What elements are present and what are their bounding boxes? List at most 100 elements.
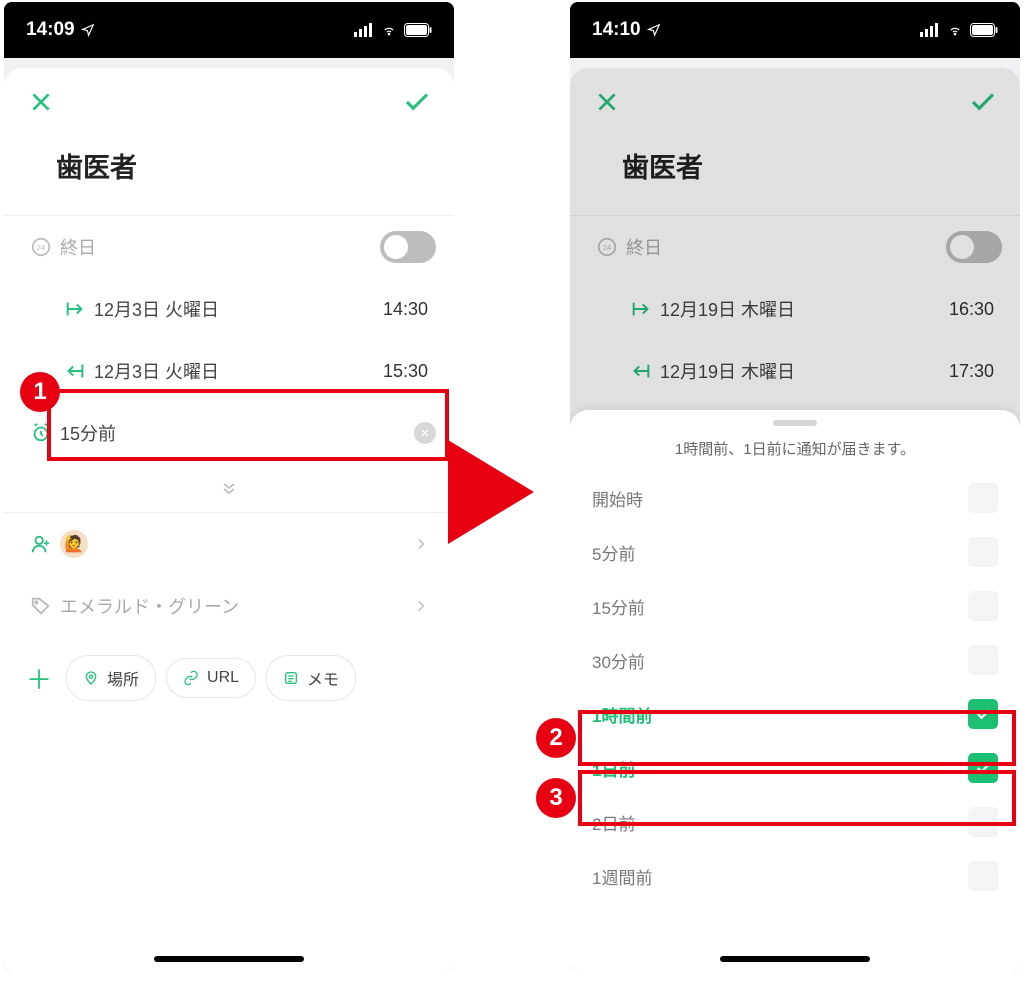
status-time: 14:10 xyxy=(592,19,641,41)
checkbox-icon xyxy=(968,591,998,621)
wifi-icon xyxy=(380,23,398,37)
start-datetime-row[interactable]: 12月3日 火曜日 14:30 xyxy=(4,278,454,340)
location-icon xyxy=(81,23,95,37)
sheet-grabber[interactable] xyxy=(773,420,817,426)
reminder-option-1hour[interactable]: 1時間前 xyxy=(570,687,1020,741)
start-date-label: 12月19日 木曜日 xyxy=(660,296,949,322)
reminder-option-30min[interactable]: 30分前 xyxy=(570,633,1020,687)
svg-text:24: 24 xyxy=(603,243,611,252)
event-title: 歯医者 xyxy=(570,136,1020,215)
battery-icon xyxy=(404,23,432,37)
end-datetime-row: 12月19日 木曜日 17:30 xyxy=(570,340,1020,402)
home-indicator xyxy=(154,956,304,962)
color-label: エメラルド・グリーン xyxy=(60,593,414,619)
start-date-label: 12月3日 火曜日 xyxy=(94,296,383,322)
allday-row[interactable]: 24 終日 xyxy=(4,216,454,278)
transition-arrow-icon xyxy=(448,440,534,544)
option-label: 開始時 xyxy=(592,486,643,511)
checkbox-icon xyxy=(968,645,998,675)
attendee-row[interactable]: 🙋 xyxy=(4,513,454,575)
add-attachment-button[interactable]: ＋ xyxy=(22,660,56,697)
option-label: 5分前 xyxy=(592,540,635,565)
confirm-button[interactable] xyxy=(968,87,998,117)
allday-toggle[interactable] xyxy=(380,231,436,263)
end-date-label: 12月3日 火曜日 xyxy=(94,358,383,384)
reminder-option-15min[interactable]: 15分前 xyxy=(570,579,1020,633)
chip-place[interactable]: 場所 xyxy=(66,655,156,701)
location-icon xyxy=(647,23,661,37)
battery-icon xyxy=(970,23,998,37)
start-time-label: 16:30 xyxy=(949,299,1002,320)
reminder-option-2day[interactable]: 2日前 xyxy=(570,795,1020,849)
option-label: 1週間前 xyxy=(592,864,652,889)
status-bar: 14:09 xyxy=(4,2,454,58)
chip-url[interactable]: URL xyxy=(166,658,256,698)
status-bar: 14:10 xyxy=(570,2,1020,58)
reminder-picker-sheet: 1時間前、1日前に通知が届きます。 開始時 5分前 15分前 30分前 xyxy=(570,410,1020,972)
checkbox-icon xyxy=(968,807,998,837)
option-label: 1日前 xyxy=(592,756,635,781)
chip-memo-label: メモ xyxy=(307,666,339,690)
option-label: 30分前 xyxy=(592,648,645,673)
chip-url-label: URL xyxy=(207,669,239,687)
checkbox-icon xyxy=(968,861,998,891)
start-datetime-row: 12月19日 木曜日 16:30 xyxy=(570,278,1020,340)
chevron-right-icon xyxy=(414,537,436,551)
signal-icon xyxy=(354,23,374,37)
link-icon xyxy=(183,670,199,686)
checkbox-icon xyxy=(968,753,998,783)
attachment-chips: ＋ 場所 URL xyxy=(4,637,454,719)
option-label: 2日前 xyxy=(592,810,635,835)
end-date-label: 12月19日 木曜日 xyxy=(660,358,949,384)
tag-icon xyxy=(22,595,60,617)
memo-icon xyxy=(283,670,299,686)
reminder-option-1week[interactable]: 1週間前 xyxy=(570,849,1020,903)
wifi-icon xyxy=(946,23,964,37)
close-button[interactable] xyxy=(592,87,622,117)
end-datetime-row[interactable]: 12月3日 火曜日 15:30 xyxy=(4,340,454,402)
reminder-value: 15分前 xyxy=(60,420,414,446)
person-icon xyxy=(22,533,60,555)
reminder-option-5min[interactable]: 5分前 xyxy=(570,525,1020,579)
end-arrow-icon xyxy=(622,360,660,382)
clear-reminder-button[interactable] xyxy=(414,422,436,444)
svg-text:24: 24 xyxy=(37,243,45,252)
start-arrow-icon xyxy=(56,298,94,320)
checkbox-icon xyxy=(968,699,998,729)
option-label: 15分前 xyxy=(592,594,645,619)
event-edit-sheet: 歯医者 24 終日 12月3日 火曜日 14:30 xyxy=(4,68,454,972)
reminder-option-1day[interactable]: 1日前 xyxy=(570,741,1020,795)
chip-memo[interactable]: メモ xyxy=(266,655,356,701)
pin-icon xyxy=(83,670,99,686)
allday-label: 終日 xyxy=(626,234,946,260)
phone-right: 14:10 xyxy=(570,2,1020,972)
allday-toggle xyxy=(946,231,1002,263)
option-label: 1時間前 xyxy=(592,702,652,727)
event-title[interactable]: 歯医者 xyxy=(4,136,454,215)
attendee-avatar: 🙋 xyxy=(60,530,414,558)
status-time: 14:09 xyxy=(26,19,75,41)
phone-left: 14:09 xyxy=(4,2,454,972)
reminder-summary: 1時間前、1日前に通知が届きます。 xyxy=(570,432,1020,471)
close-button[interactable] xyxy=(26,87,56,117)
reminder-option-start[interactable]: 開始時 xyxy=(570,471,1020,525)
end-time-label: 15:30 xyxy=(383,361,436,382)
allday-icon: 24 xyxy=(588,236,626,258)
signal-icon xyxy=(920,23,940,37)
color-row[interactable]: エメラルド・グリーン xyxy=(4,575,454,637)
home-indicator xyxy=(720,956,870,962)
expand-button[interactable] xyxy=(4,464,454,512)
allday-icon: 24 xyxy=(22,236,60,258)
end-arrow-icon xyxy=(56,360,94,382)
chip-place-label: 場所 xyxy=(107,666,139,690)
reminder-row[interactable]: 15分前 xyxy=(4,402,454,464)
checkbox-icon xyxy=(968,537,998,567)
allday-label: 終日 xyxy=(60,234,380,260)
chevron-right-icon xyxy=(414,599,436,613)
checkbox-icon xyxy=(968,483,998,513)
confirm-button[interactable] xyxy=(402,87,432,117)
allday-row: 24 終日 xyxy=(570,216,1020,278)
end-time-label: 17:30 xyxy=(949,361,1002,382)
alarm-icon xyxy=(22,422,60,444)
start-arrow-icon xyxy=(622,298,660,320)
